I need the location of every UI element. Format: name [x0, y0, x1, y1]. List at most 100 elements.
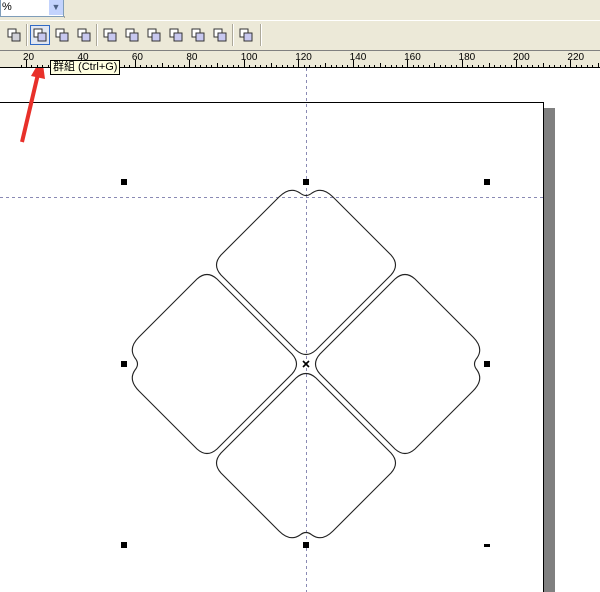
ruler-tick: [260, 65, 262, 67]
ungroup-button[interactable]: [52, 25, 72, 45]
ruler-tick: [232, 65, 234, 67]
ruler-tick: [494, 65, 496, 67]
drawing-canvas[interactable]: [0, 68, 600, 592]
ruler-tick: [347, 65, 349, 67]
ruler-tick: [47, 65, 49, 67]
ruler-tick: [156, 65, 158, 67]
ruler-tick: [597, 63, 599, 67]
ruler-tick: [581, 65, 583, 67]
selection-handle[interactable]: [121, 542, 127, 548]
ruler-tick: [477, 65, 479, 67]
center-x-icon[interactable]: [302, 360, 310, 368]
ruler-label: 200: [512, 52, 530, 63]
simplify-icon: [169, 28, 183, 42]
selection-handle[interactable]: [303, 542, 309, 548]
ruler-tick: [31, 65, 33, 67]
create-boundary-icon: [239, 28, 253, 42]
ruler-tick: [510, 65, 512, 67]
ruler-tick: [167, 65, 169, 67]
arrange-toolbar: [0, 20, 600, 49]
ruler-tick: [368, 65, 370, 67]
back-minus-front-icon: [213, 28, 227, 42]
ruler-tick: [276, 65, 278, 67]
ruler-tick: [543, 63, 545, 67]
ruler-tick: [548, 65, 550, 67]
intersect-button[interactable]: [144, 25, 164, 45]
ruler-tick: [221, 65, 223, 67]
ruler-tick: [129, 65, 131, 67]
selection-handle[interactable]: [484, 361, 490, 367]
ruler-label: 60: [131, 52, 143, 63]
ruler-tick: [36, 65, 38, 67]
back-minus-front-button[interactable]: [210, 25, 230, 45]
weld-icon: [103, 28, 117, 42]
ruler-tick: [281, 65, 283, 67]
ruler-tick: [412, 65, 414, 67]
ruler-tick: [145, 65, 147, 67]
toolbar-area: % ▼: [0, 0, 600, 50]
ruler-tick: [456, 65, 458, 67]
ruler-tick: [537, 65, 539, 67]
toolbar-separator: [260, 24, 262, 46]
selection-handle[interactable]: [303, 179, 309, 185]
ruler-tick: [396, 65, 398, 67]
toolbar-separator: [96, 24, 98, 46]
ruler-tick: [254, 65, 256, 67]
ruler-tick: [423, 65, 425, 67]
ruler-tick: [140, 65, 142, 67]
ruler-tick: [466, 65, 468, 67]
ruler-tick: [162, 63, 164, 67]
front-minus-back-icon: [191, 28, 205, 42]
ruler-tick: [341, 65, 343, 67]
ruler-tick: [385, 65, 387, 67]
weld-button[interactable]: [100, 25, 120, 45]
ruler-tick: [292, 65, 294, 67]
ruler-tick: [151, 65, 153, 67]
ruler-label: 160: [404, 52, 421, 63]
ruler-tick: [417, 65, 419, 67]
simplify-button[interactable]: [166, 25, 186, 45]
selection-handle[interactable]: [121, 179, 127, 185]
combine-icon: [7, 28, 21, 42]
ruler-tick: [319, 65, 321, 67]
selection-handle[interactable]: [484, 544, 490, 547]
ruler-tick: [211, 65, 213, 67]
ruler-tick: [521, 65, 523, 67]
selection-handle[interactable]: [484, 179, 490, 185]
zoom-level-dropdown[interactable]: % ▼: [0, 0, 64, 17]
ruler-tick: [20, 65, 22, 67]
ruler-tick: [374, 65, 376, 67]
ruler-tick: [434, 63, 436, 67]
trim-button[interactable]: [122, 25, 142, 45]
combine-button[interactable]: [4, 25, 24, 45]
ruler-tick: [450, 65, 452, 67]
ungroup-all-button[interactable]: [74, 25, 94, 45]
front-minus-back-button[interactable]: [188, 25, 208, 45]
ruler-tick: [194, 65, 196, 67]
ruler-tick: [205, 65, 207, 67]
chevron-down-icon[interactable]: ▼: [49, 0, 63, 15]
create-boundary-button[interactable]: [236, 25, 256, 45]
ruler-tick: [363, 65, 365, 67]
toolbar-separator: [26, 24, 28, 46]
selection-handle[interactable]: [121, 361, 127, 367]
ruler-tick: [238, 65, 240, 67]
petal-right[interactable]: [314, 273, 481, 455]
ruler-tick: [42, 65, 44, 67]
ruler-tick: [336, 65, 338, 67]
red-arrow: [20, 68, 45, 143]
ruler-tick: [505, 65, 507, 67]
intersect-icon: [147, 28, 161, 42]
ruler-tick: [379, 63, 381, 67]
ruler-tick: [559, 65, 561, 67]
ruler-tick: [314, 65, 316, 67]
dropdown-divider: [0, 16, 65, 18]
ruler-label: 220: [567, 52, 585, 63]
ruler-label: 120: [295, 52, 312, 63]
ruler-tick: [178, 65, 180, 67]
ruler-label: 180: [458, 52, 476, 63]
petal-left[interactable]: [131, 273, 298, 455]
group-button[interactable]: [30, 25, 50, 45]
ruler-tick: [358, 65, 360, 67]
ruler-tick: [390, 65, 392, 67]
